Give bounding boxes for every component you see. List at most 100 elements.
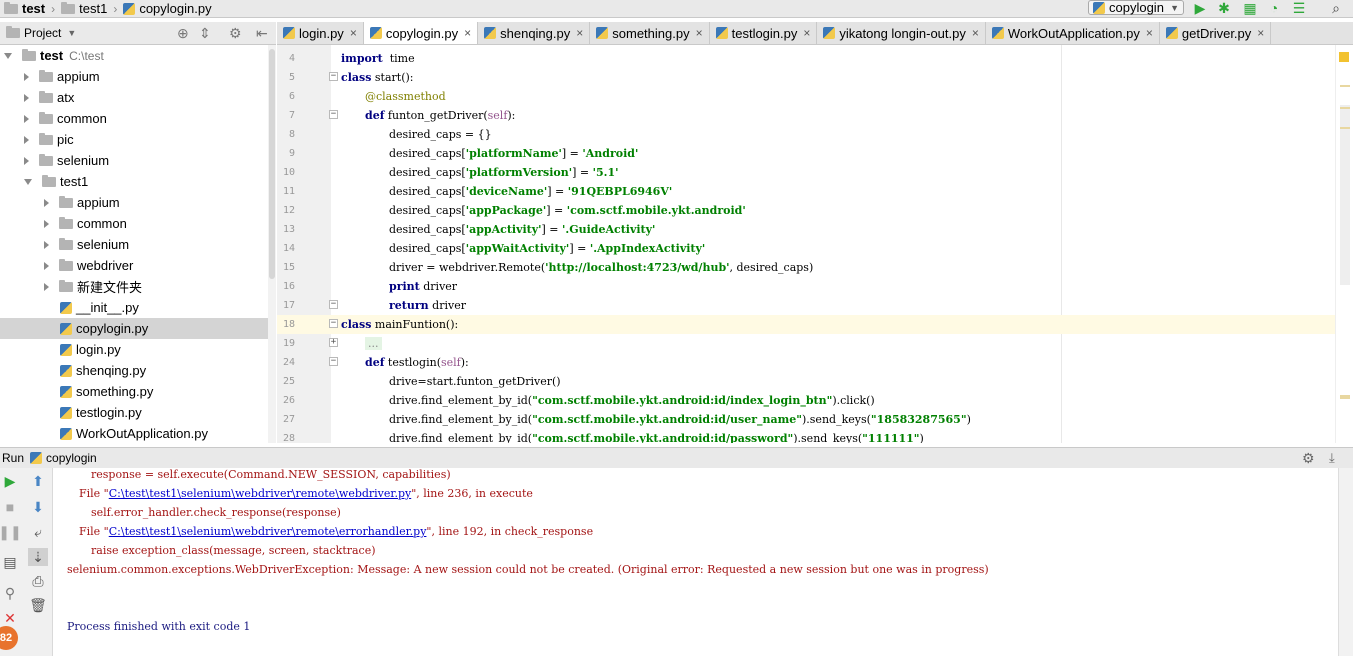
chevron-down-icon[interactable]: ▼ — [67, 28, 76, 38]
restore-layout-icon[interactable]: ▤ — [0, 553, 20, 571]
close-icon[interactable]: × — [576, 26, 583, 40]
rerun-icon[interactable]: ▶ — [0, 472, 20, 490]
code-line[interactable]: 19 +... — [277, 334, 1335, 353]
code-line[interactable]: 26 drive.find_element_by_id("com.sctf.mob… — [277, 391, 1335, 410]
code-line[interactable]: 25 drive=start.funton_getDriver() — [277, 372, 1335, 391]
tree-folder-item[interactable]: pic — [0, 129, 268, 150]
project-panel-title[interactable]: Project — [24, 26, 61, 40]
editor-tab[interactable]: testlogin.py × — [710, 22, 818, 44]
editor-tab[interactable]: yikatong longin-out.py × — [817, 22, 986, 44]
tree-file-item[interactable]: __init__.py — [0, 297, 268, 318]
close-icon[interactable]: × — [1257, 26, 1264, 40]
run-panel-config-label[interactable]: copylogin — [46, 451, 97, 465]
run-configuration-selector[interactable]: copylogin ▼ — [1088, 0, 1184, 15]
print-icon[interactable]: ⎙ — [28, 572, 48, 590]
collapse-fold-icon[interactable]: − — [329, 300, 338, 309]
tree-folder-item[interactable]: test C:\test — [0, 45, 268, 66]
debug-icon[interactable]: ✱ — [1216, 0, 1232, 16]
editor-tab[interactable]: getDriver.py × — [1160, 22, 1272, 44]
warning-indicator-icon[interactable] — [1339, 52, 1349, 62]
file-link[interactable]: C:\test\test1\selenium\webdriver\remote\… — [109, 487, 411, 500]
chevron-right-icon[interactable] — [24, 72, 29, 81]
gear-icon[interactable]: ⚙ — [229, 25, 242, 42]
editor-tab[interactable]: login.py × — [277, 22, 364, 44]
down-arrow-icon[interactable]: ⬇ — [28, 498, 48, 516]
close-icon[interactable]: ✕ — [0, 609, 20, 627]
code-line[interactable]: 18 − class mainFuntion(): — [277, 315, 1335, 334]
search-icon[interactable]: ⌕ — [1328, 0, 1344, 16]
breadcrumb-file[interactable]: copylogin.py — [119, 1, 215, 16]
code-line[interactable]: 12 desired_caps['appPackage'] = 'com.sctf… — [277, 201, 1335, 220]
breadcrumb-folder[interactable]: test1 — [57, 1, 111, 16]
error-stripe-marker[interactable] — [1340, 107, 1350, 109]
tree-folder-item[interactable]: appium — [0, 192, 268, 213]
collapse-all-icon[interactable]: ⇕ — [199, 25, 211, 42]
chevron-right-icon[interactable] — [44, 282, 49, 291]
scroll-from-source-icon[interactable]: ⊕ — [177, 25, 189, 42]
tree-folder-item[interactable]: common — [0, 108, 268, 129]
code-editor[interactable]: 4 import time 5− class start(): 6 @classmetho… — [277, 45, 1335, 443]
editor-tab[interactable]: WorkOutApplication.py × — [986, 22, 1160, 44]
editor-tab[interactable]: copylogin.py × — [363, 22, 479, 44]
tree-folder-item[interactable]: common — [0, 213, 268, 234]
chevron-right-icon[interactable] — [24, 156, 29, 165]
coverage-icon[interactable]: ▦ — [1242, 0, 1258, 16]
up-arrow-icon[interactable]: ⬆ — [28, 472, 48, 490]
tree-folder-item[interactable]: webdriver — [0, 255, 268, 276]
file-link[interactable]: C:\test\test1\selenium\webdriver\remote\… — [109, 525, 427, 538]
close-icon[interactable]: × — [350, 26, 357, 40]
editor-scroll-thumb[interactable] — [1340, 105, 1350, 285]
code-line[interactable]: 5 − class start(): — [277, 68, 1335, 87]
trash-icon[interactable]: 🗑 — [28, 596, 48, 614]
tree-file-item[interactable]: something.py — [0, 381, 268, 402]
tree-folder-item[interactable]: test1 — [0, 171, 268, 192]
code-line[interactable]: 27 drive.find_element_by_id("com.sctf.mob… — [277, 410, 1335, 429]
gear-icon[interactable]: ⚙ — [1302, 450, 1315, 467]
collapse-fold-icon[interactable]: − — [329, 72, 338, 81]
code-line[interactable]: 9 desired_caps['platformName'] = 'Android… — [277, 144, 1335, 163]
project-tree-scrollbar[interactable] — [268, 45, 276, 443]
close-icon[interactable]: × — [803, 26, 810, 40]
close-icon[interactable]: × — [972, 26, 979, 40]
code-line[interactable]: 14 desired_caps['appWaitActivity'] = '.Ap… — [277, 239, 1335, 258]
tree-folder-item[interactable]: selenium — [0, 234, 268, 255]
error-stripe-marker[interactable] — [1340, 395, 1350, 399]
chevron-right-icon[interactable] — [44, 219, 49, 228]
collapse-fold-icon[interactable]: − — [329, 110, 338, 119]
editor-scrollbar[interactable] — [1335, 45, 1353, 443]
hide-panel-icon[interactable]: ⤓ — [1329, 450, 1335, 466]
pin-icon[interactable]: ⚲ — [0, 584, 20, 602]
code-line[interactable]: 11 desired_caps['deviceName'] = '91QEBPL6… — [277, 182, 1335, 201]
tree-file-item[interactable]: shenqing.py — [0, 360, 268, 381]
error-stripe-marker[interactable] — [1340, 85, 1350, 87]
code-line[interactable]: 4 import time — [277, 49, 1335, 68]
code-line[interactable]: 16 print driver — [277, 277, 1335, 296]
soft-wrap-icon[interactable]: ⤶ — [28, 523, 48, 541]
collapse-fold-icon[interactable]: − — [329, 357, 338, 366]
chevron-right-icon[interactable] — [24, 114, 29, 123]
console-scrollbar[interactable] — [1338, 468, 1353, 656]
editor-tab[interactable]: shenqing.py × — [478, 22, 591, 44]
chevron-right-icon[interactable] — [44, 198, 49, 207]
breadcrumb-root[interactable]: test — [0, 1, 49, 16]
chevron-down-icon[interactable] — [4, 52, 12, 59]
stop-icon[interactable]: ■ — [0, 498, 20, 516]
tree-file-item[interactable]: testlogin.py — [0, 402, 268, 423]
code-line[interactable]: 7 − def funton_getDriver(self): — [277, 106, 1335, 125]
tree-folder-item[interactable]: selenium — [0, 150, 268, 171]
hide-panel-icon[interactable]: ⇤ — [256, 25, 268, 42]
tree-folder-item[interactable]: 新建文件夹 — [0, 276, 268, 297]
chevron-right-icon[interactable] — [44, 261, 49, 270]
code-line[interactable]: 13 desired_caps['appActivity'] = '.GuideA… — [277, 220, 1335, 239]
code-line[interactable]: 15 driver = webdriver.Remote('http://loca… — [277, 258, 1335, 277]
code-line[interactable]: 10 desired_caps['platformVersion'] = '5.1… — [277, 163, 1335, 182]
profile-icon[interactable]: ◔ — [1266, 0, 1282, 16]
close-icon[interactable]: × — [696, 26, 703, 40]
close-icon[interactable]: × — [464, 26, 471, 40]
tree-folder-item[interactable]: atx — [0, 87, 268, 108]
chevron-right-icon[interactable] — [24, 135, 29, 144]
chevron-down-icon[interactable] — [24, 178, 32, 185]
expand-fold-icon[interactable]: + — [329, 338, 338, 347]
collapse-fold-icon[interactable]: − — [329, 319, 338, 328]
tree-file-item[interactable]: copylogin.py — [0, 318, 268, 339]
